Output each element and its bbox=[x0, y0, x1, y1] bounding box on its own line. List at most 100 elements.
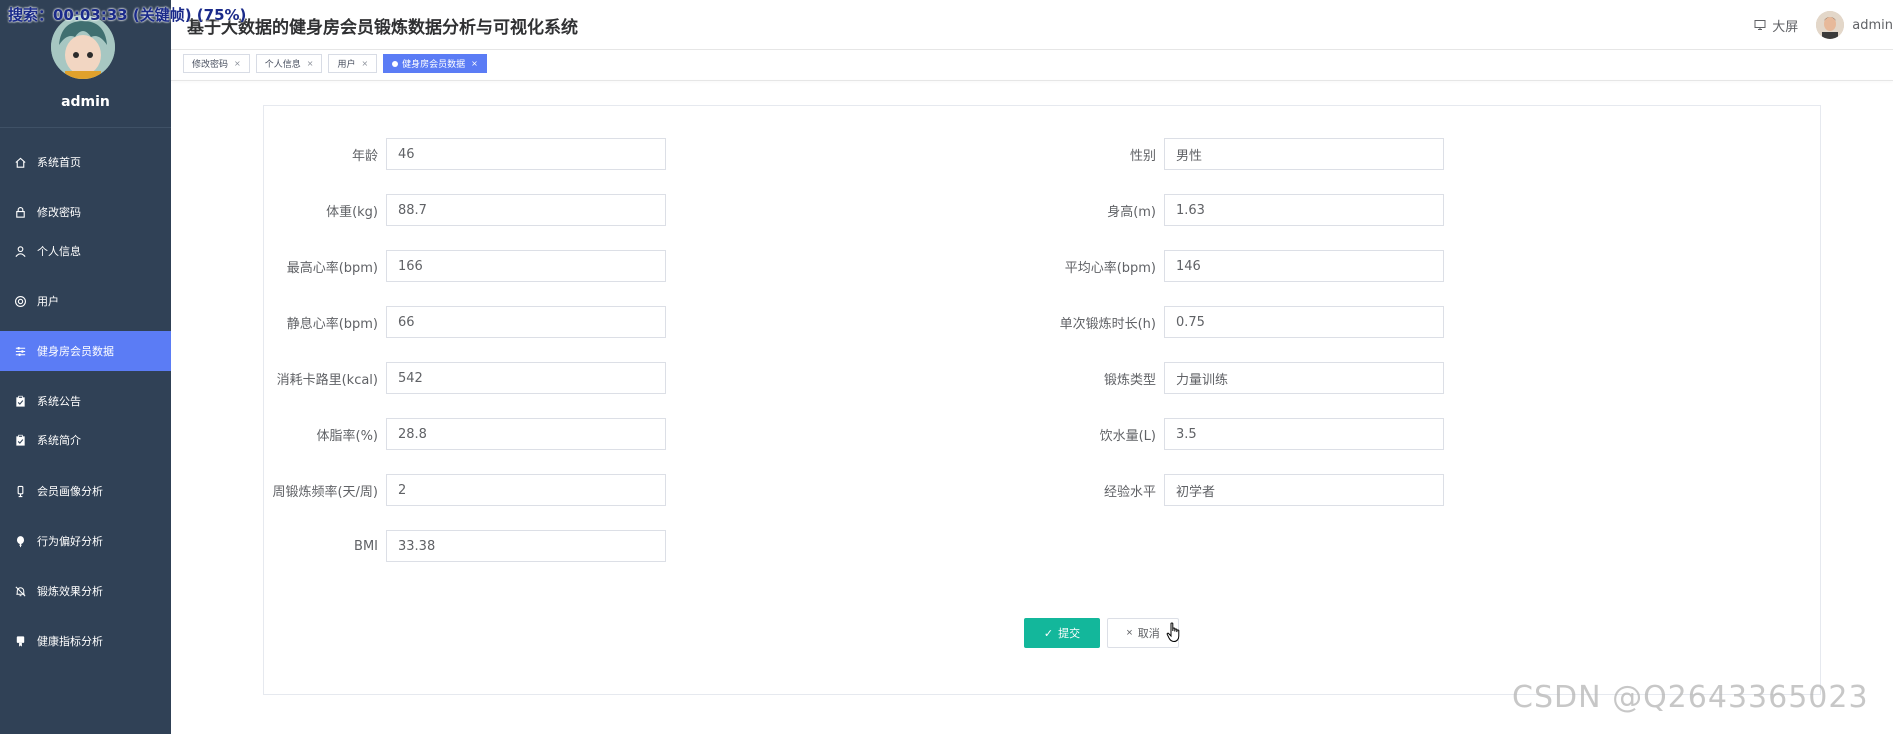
form-row: 体脂率(%) 28.8 bbox=[264, 418, 666, 450]
form-row: 单次锻炼时长(h) 0.75 bbox=[1042, 306, 1444, 338]
clipboard-icon bbox=[13, 433, 27, 447]
header-username[interactable]: admin bbox=[1852, 18, 1893, 33]
header-avatar-image bbox=[1816, 11, 1845, 39]
body-fat-field[interactable]: 28.8 bbox=[386, 418, 666, 450]
sidebar-item-label: 修改密码 bbox=[37, 206, 81, 219]
form-row: 性别 男性 bbox=[1042, 138, 1444, 170]
header-avatar[interactable] bbox=[1816, 11, 1845, 39]
field-label: 单次锻炼时长(h) bbox=[1059, 316, 1156, 332]
sidebar-item-health-indicator-analysis[interactable]: 健康指标分析 bbox=[0, 621, 171, 661]
user-icon bbox=[13, 244, 27, 258]
field-label: 饮水量(L) bbox=[1099, 428, 1156, 444]
experience-level-field[interactable]: 初学者 bbox=[1164, 474, 1444, 506]
form-row: 身高(m) 1.63 bbox=[1042, 194, 1444, 226]
close-icon[interactable]: × bbox=[471, 59, 478, 68]
field-label: 体重(kg) bbox=[326, 204, 378, 220]
form-row: 饮水量(L) 3.5 bbox=[1042, 418, 1444, 450]
form-row: 最高心率(bpm) 166 bbox=[264, 250, 666, 282]
age-field[interactable]: 46 bbox=[386, 138, 666, 170]
field-label: BMI bbox=[354, 538, 378, 554]
submit-label: 提交 bbox=[1058, 628, 1081, 640]
lifebuoy-icon bbox=[13, 294, 27, 308]
sidebar-item-label: 系统首页 bbox=[37, 156, 81, 169]
workout-type-field[interactable]: 力量训练 bbox=[1164, 362, 1444, 394]
sidebar-item-member-profile-analysis[interactable]: 会员画像分析 bbox=[0, 471, 171, 511]
weekly-frequency-field[interactable]: 2 bbox=[386, 474, 666, 506]
form-card: 年龄 46 体重(kg) 88.7 最高心率(bpm) 166 静息心率(bpm… bbox=[263, 105, 1821, 695]
close-icon[interactable]: × bbox=[307, 59, 314, 68]
tab-users[interactable]: 用户 × bbox=[328, 54, 378, 73]
sidebar-item-gym-member-data[interactable]: 健身房会员数据 bbox=[0, 331, 171, 371]
bell-off-icon bbox=[13, 584, 27, 598]
badge-icon bbox=[13, 634, 27, 648]
hand-cursor-icon bbox=[1166, 622, 1180, 643]
home-icon bbox=[13, 155, 27, 169]
watermark: CSDN @Q2643365023 bbox=[1512, 680, 1869, 715]
sidebar-item-system-intro[interactable]: 系统简介 bbox=[0, 420, 171, 460]
close-icon: × bbox=[1126, 627, 1133, 639]
gender-field[interactable]: 男性 bbox=[1164, 138, 1444, 170]
header-right: 大屏 admin bbox=[1754, 10, 1893, 40]
submit-button[interactable]: ✓ 提交 bbox=[1024, 618, 1100, 648]
sidebar-username: admin bbox=[61, 94, 110, 110]
form-row: BMI 33.38 bbox=[264, 530, 666, 562]
header-divider bbox=[171, 49, 1893, 50]
sidebar-item-home[interactable]: 系统首页 bbox=[0, 142, 171, 182]
field-label: 经验水平 bbox=[1103, 484, 1156, 500]
tab-change-password[interactable]: 修改密码 × bbox=[183, 54, 250, 73]
sidebar-item-label: 系统简介 bbox=[37, 434, 81, 447]
tab-label: 修改密码 bbox=[192, 60, 229, 70]
form-row: 静息心率(bpm) 66 bbox=[264, 306, 666, 338]
field-label: 身高(m) bbox=[1107, 204, 1156, 220]
balloon-icon bbox=[13, 534, 27, 548]
tag-icon bbox=[13, 484, 27, 498]
tab-gym-member-data[interactable]: 健身房会员数据 × bbox=[383, 54, 487, 73]
sidebar-item-users[interactable]: 用户 bbox=[0, 281, 171, 321]
height-field[interactable]: 1.63 bbox=[1164, 194, 1444, 226]
form-row: 平均心率(bpm) 146 bbox=[1042, 250, 1444, 282]
lock-icon bbox=[13, 205, 27, 219]
sidebar-divider bbox=[0, 127, 171, 128]
sidebar-item-label: 行为偏好分析 bbox=[37, 535, 103, 548]
bigscreen-label: 大屏 bbox=[1772, 19, 1799, 35]
sidebar: admin 系统首页 修改密码 个人信息 用户 健身房会员数据 系统公告 系统简… bbox=[0, 0, 171, 734]
search-overlay-text: 搜索：00:03:33 (关键帧) (75%) bbox=[8, 6, 247, 24]
bigscreen-button[interactable]: 大屏 bbox=[1754, 16, 1798, 35]
form-row: 周锻炼频率(天/周) 2 bbox=[264, 474, 666, 506]
field-label: 周锻炼频率(天/周) bbox=[272, 484, 378, 500]
sidebar-item-training-effect-analysis[interactable]: 锻炼效果分析 bbox=[0, 571, 171, 611]
field-label: 静息心率(bpm) bbox=[286, 316, 378, 332]
tabs-divider bbox=[171, 80, 1893, 81]
session-duration-field[interactable]: 0.75 bbox=[1164, 306, 1444, 338]
water-intake-field[interactable]: 3.5 bbox=[1164, 418, 1444, 450]
sidebar-item-announcements[interactable]: 系统公告 bbox=[0, 381, 171, 421]
sliders-icon bbox=[13, 344, 27, 358]
sidebar-item-label: 系统公告 bbox=[37, 395, 81, 408]
sidebar-item-change-password[interactable]: 修改密码 bbox=[0, 192, 171, 232]
field-label: 锻炼类型 bbox=[1103, 372, 1156, 388]
form-row: 年龄 46 bbox=[264, 138, 666, 170]
sidebar-item-profile[interactable]: 个人信息 bbox=[0, 231, 171, 271]
resting-heart-rate-field[interactable]: 66 bbox=[386, 306, 666, 338]
monitor-icon bbox=[1754, 20, 1766, 30]
tab-label: 健身房会员数据 bbox=[402, 60, 466, 70]
form-row: 消耗卡路里(kcal) 542 bbox=[264, 362, 666, 394]
sidebar-item-behavior-analysis[interactable]: 行为偏好分析 bbox=[0, 521, 171, 561]
sidebar-item-label: 健身房会员数据 bbox=[37, 345, 114, 358]
tabs-bar: 修改密码 × 个人信息 × 用户 × 健身房会员数据 × bbox=[183, 54, 493, 74]
close-icon[interactable]: × bbox=[234, 59, 241, 68]
avg-heart-rate-field[interactable]: 146 bbox=[1164, 250, 1444, 282]
cancel-label: 取消 bbox=[1137, 628, 1160, 640]
sidebar-item-label: 健康指标分析 bbox=[37, 635, 103, 648]
field-label: 平均心率(bpm) bbox=[1064, 260, 1156, 276]
max-heart-rate-field[interactable]: 166 bbox=[386, 250, 666, 282]
field-label: 体脂率(%) bbox=[316, 428, 379, 444]
tab-profile[interactable]: 个人信息 × bbox=[255, 54, 323, 73]
close-icon[interactable]: × bbox=[361, 59, 368, 68]
weight-field[interactable]: 88.7 bbox=[386, 194, 666, 226]
calories-field[interactable]: 542 bbox=[386, 362, 666, 394]
bmi-field[interactable]: 33.38 bbox=[386, 530, 666, 562]
form-row: 经验水平 初学者 bbox=[1042, 474, 1444, 506]
sidebar-item-label: 会员画像分析 bbox=[37, 485, 103, 498]
sidebar-item-label: 用户 bbox=[37, 295, 59, 308]
